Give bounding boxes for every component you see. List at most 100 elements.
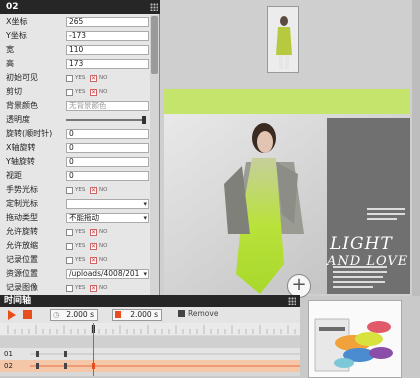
checkbox-box: ✕ (90, 74, 97, 82)
canvas-scrollbar[interactable] (412, 0, 420, 296)
page-thumbnail[interactable] (267, 6, 299, 73)
article-headline: LIGHT (330, 234, 393, 254)
checkbox-no[interactable]: ✕ NO (90, 186, 107, 194)
checkbox-no[interactable]: ✕ NO (90, 256, 107, 264)
property-label: 手势光标 (6, 185, 38, 194)
remove-label: Remove (188, 309, 219, 318)
clock-icon: ◷ (53, 310, 60, 319)
remove-button[interactable]: Remove (178, 309, 222, 321)
property-label: 透明度 (6, 115, 30, 124)
property-input[interactable]: 173 (66, 59, 149, 69)
checkbox-box (66, 242, 73, 250)
checkbox-label: YES (75, 75, 86, 81)
property-row: 初始可见 YES ✕ NO (0, 72, 150, 84)
product-photo (308, 300, 402, 378)
checkbox-label: NO (99, 243, 108, 249)
property-input[interactable]: 0 (66, 157, 149, 167)
checkbox-box (66, 284, 73, 292)
checkbox-label: NO (99, 257, 108, 263)
keyframe-time-field[interactable]: ◷ 2.000 s (50, 309, 98, 321)
play-icon[interactable] (8, 310, 16, 320)
property-input[interactable]: 0 (66, 143, 149, 153)
checkbox-box (66, 186, 73, 194)
duration-icon (115, 311, 121, 318)
checkbox-yes[interactable]: YES (66, 256, 85, 264)
checkbox-label: NO (99, 187, 108, 193)
slider-handle[interactable] (142, 116, 146, 124)
checkbox-yes[interactable]: YES (66, 88, 85, 96)
property-select[interactable]: 不能拖动 (66, 213, 149, 223)
checkbox-label: NO (99, 89, 108, 95)
checkbox-yes[interactable]: YES (66, 228, 85, 236)
property-row: Y轴旋转 0 (0, 156, 150, 168)
property-label: 允许放缩 (6, 241, 38, 250)
checkbox-yes[interactable]: YES (66, 186, 85, 194)
checkbox-box (66, 88, 73, 96)
timeline-ruler[interactable] (0, 323, 300, 335)
property-label: 拖动类型 (6, 213, 38, 222)
checkbox-label: NO (99, 229, 108, 235)
property-row: X坐标 265 (0, 16, 150, 28)
property-row: Y坐标 -173 (0, 30, 150, 42)
checkbox-box (66, 74, 73, 82)
checkbox-yes[interactable]: YES (66, 284, 85, 292)
timeline-toolbar: ◷ 2.000 s 2.000 s Remove (0, 307, 300, 323)
timeline-title: 时间轴 (0, 295, 300, 307)
checkbox-box: ✕ (90, 186, 97, 194)
timeline-grip-icon[interactable] (288, 297, 296, 305)
checkbox-box (66, 256, 73, 264)
property-label: 视距 (6, 171, 22, 180)
property-input[interactable]: 无背景颜色 (66, 101, 149, 111)
checkbox-box: ✕ (90, 228, 97, 236)
checkbox-yes[interactable]: YES (66, 242, 85, 250)
property-row: 旋转(顺时针) 0 (0, 128, 150, 140)
property-row: 手势光标 YES ✕ NO (0, 184, 150, 196)
panel-grip-icon[interactable] (150, 3, 158, 11)
property-input[interactable]: 0 (66, 129, 149, 139)
property-row: 剪切 YES ✕ NO (0, 86, 150, 98)
checkbox-label: YES (75, 285, 86, 291)
property-row: 允许放缩 YES ✕ NO (0, 240, 150, 252)
property-row: X轴旋转 0 (0, 142, 150, 154)
property-label: 初始可见 (6, 73, 38, 82)
property-label: Y坐标 (6, 31, 27, 40)
property-row: 高 173 (0, 58, 150, 70)
checkbox-no[interactable]: ✕ NO (90, 228, 107, 236)
property-label: X坐标 (6, 17, 28, 26)
property-input[interactable]: 0 (66, 171, 149, 181)
opacity-slider[interactable] (66, 116, 146, 124)
property-row: 记录图像 YES ✕ NO (0, 282, 150, 294)
property-input[interactable]: 265 (66, 17, 149, 27)
property-input[interactable]: -173 (66, 31, 149, 41)
duration-field[interactable]: 2.000 s (112, 309, 162, 321)
checkbox-no[interactable]: ✕ NO (90, 88, 107, 96)
checkbox-no[interactable]: ✕ NO (90, 74, 107, 82)
article-subheadline: AND LOVE (327, 254, 409, 269)
properties-panel: 02 X坐标 265 Y坐标 -173 宽 110 高 173 初始可见 YES ✕ NO 剪切 YES ✕… (0, 0, 160, 300)
property-select[interactable]: /uploads/4008/201 (66, 269, 149, 279)
stop-icon[interactable] (23, 310, 32, 319)
checkbox-no[interactable]: ✕ NO (90, 242, 107, 250)
property-row: 资源位置/uploads/4008/201 (0, 268, 150, 280)
property-label: 允许旋转 (6, 227, 38, 236)
duration-time: 2.000 s (130, 310, 158, 319)
property-row: 背景颜色 无背景颜色 (0, 100, 150, 112)
property-label: 剪切 (6, 87, 22, 96)
checkbox-label: NO (99, 285, 108, 291)
property-label: 宽 (6, 45, 14, 54)
properties-panel-title: 02 (0, 0, 160, 14)
property-placeholder: 无背景颜色 (69, 101, 107, 110)
playhead[interactable] (93, 323, 94, 376)
checkbox-no[interactable]: ✕ NO (90, 284, 107, 292)
timeline-track[interactable]: 01 (0, 348, 300, 360)
page-header-band (164, 89, 410, 114)
checkbox-box (66, 228, 73, 236)
property-label: 记录图像 (6, 283, 38, 292)
timeline-track-selected[interactable]: 02 (0, 360, 300, 372)
checkbox-yes[interactable]: YES (66, 74, 85, 82)
properties-scroll-thumb[interactable] (151, 16, 158, 74)
timeline-track[interactable] (0, 336, 300, 348)
property-label: 资源位置 (6, 269, 38, 278)
property-select[interactable] (66, 199, 149, 209)
property-input[interactable]: 110 (66, 45, 149, 55)
